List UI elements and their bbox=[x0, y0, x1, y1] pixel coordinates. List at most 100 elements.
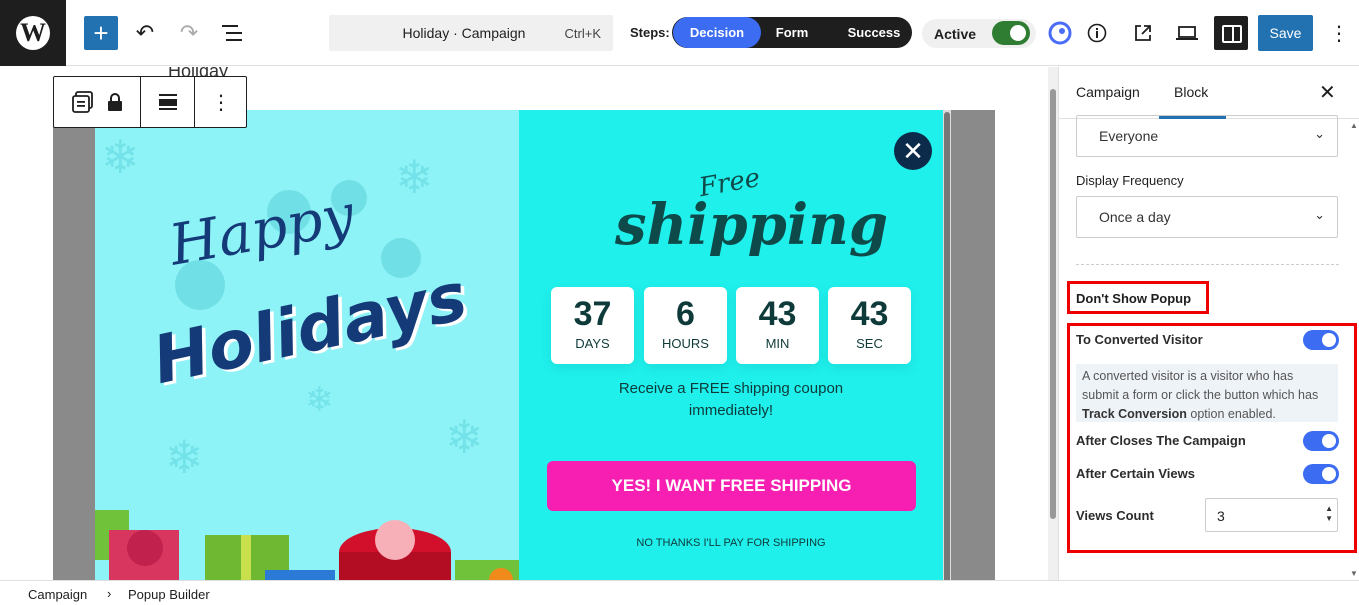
countdown-value: 6 bbox=[676, 295, 695, 333]
snowflake-icon: ❄ bbox=[165, 431, 204, 483]
popup-content-panel: ✕ Free shipping 37 DAYS 6 HOURS 43 MIN 4… bbox=[519, 110, 943, 580]
after-closes-toggle[interactable] bbox=[1303, 431, 1339, 451]
breadcrumb-popup-builder[interactable]: Popup Builder bbox=[128, 587, 210, 602]
countdown-minutes: 43 MIN bbox=[736, 287, 819, 364]
views-count-value: 3 bbox=[1217, 508, 1225, 524]
popup-image-panel: ❄ ❄ ❄ ❄ ❄ Happy Holidays bbox=[95, 110, 519, 580]
converted-visitor-help: A converted visitor is a visitor who has… bbox=[1076, 364, 1338, 422]
redo-button[interactable]: ↷ bbox=[172, 16, 206, 50]
section-divider bbox=[1076, 264, 1339, 265]
tab-block[interactable]: Block bbox=[1174, 84, 1208, 100]
snowflake-icon: ❄ bbox=[101, 131, 140, 183]
canvas-scrollbar-thumb[interactable] bbox=[1050, 89, 1056, 519]
active-status-toggle[interactable]: Active bbox=[922, 19, 1036, 48]
breadcrumb: Campaign › Popup Builder bbox=[0, 580, 1359, 605]
views-count-label: Views Count bbox=[1076, 508, 1154, 523]
preview-external-button[interactable] bbox=[1126, 16, 1160, 50]
after-certain-views-label: After Certain Views bbox=[1076, 466, 1195, 481]
editor-canvas: Holiday ❄ ❄ ❄ ❄ ❄ Happy Holidays ✕ Free … bbox=[0, 67, 1048, 580]
options-menu-button[interactable]: ⋮ bbox=[1322, 16, 1356, 50]
command-palette-bar[interactable]: Holiday · Campaign Ctrl+K bbox=[329, 15, 613, 51]
display-frequency-value: Once a day bbox=[1099, 209, 1171, 225]
tab-campaign[interactable]: Campaign bbox=[1076, 84, 1140, 100]
chevron-down-icon: ⌄ bbox=[1314, 207, 1325, 222]
command-shortcut: Ctrl+K bbox=[564, 25, 601, 41]
undo-icon: ↶ bbox=[135, 20, 155, 45]
chevron-down-icon: ⌄ bbox=[1314, 126, 1325, 141]
save-button[interactable]: Save bbox=[1258, 15, 1313, 51]
dont-show-popup-title: Don't Show Popup bbox=[1076, 291, 1192, 306]
snowflake-icon: ❄ bbox=[445, 411, 484, 463]
redo-icon: ↷ bbox=[179, 20, 199, 45]
chevron-right-icon: › bbox=[107, 586, 112, 601]
countdown-value: 43 bbox=[758, 295, 797, 333]
scroll-up-icon[interactable]: ▲ bbox=[1350, 121, 1358, 130]
plus-icon: + bbox=[93, 17, 109, 48]
audience-select[interactable]: Everyone ⌄ bbox=[1076, 115, 1338, 157]
help-text: A converted visitor is a visitor who has… bbox=[1082, 369, 1319, 402]
popup-close-button[interactable]: ✕ bbox=[894, 132, 932, 170]
align-center-icon bbox=[158, 94, 177, 110]
document-overview-button[interactable] bbox=[216, 16, 250, 50]
countdown-unit: HOURS bbox=[662, 336, 709, 351]
display-frequency-label: Display Frequency bbox=[1076, 173, 1184, 188]
views-count-input[interactable]: 3 ▲ ▼ bbox=[1205, 498, 1338, 532]
close-sidebar-button[interactable]: ✕ bbox=[1319, 80, 1336, 105]
help-text-end: option enabled. bbox=[1186, 407, 1276, 421]
sidebar-tabs: Campaign Block ✕ bbox=[1059, 67, 1359, 119]
wordpress-icon: W bbox=[16, 16, 50, 50]
to-converted-visitor-label: To Converted Visitor bbox=[1076, 332, 1203, 347]
steps-switcher: Decision Form Success bbox=[672, 17, 912, 48]
device-preview-button[interactable] bbox=[1170, 16, 1204, 50]
sidebar-scrollbar[interactable]: ▲ ▼ bbox=[1350, 121, 1358, 580]
active-label: Active bbox=[934, 26, 977, 42]
lock-icon bbox=[108, 93, 122, 111]
gift-boxes-illustration bbox=[95, 510, 519, 580]
add-block-button[interactable]: + bbox=[84, 16, 118, 50]
undo-button[interactable]: ↶ bbox=[128, 16, 162, 50]
snowflake-icon: ❄ bbox=[395, 151, 434, 203]
countdown-seconds: 43 SEC bbox=[828, 287, 911, 364]
step-form[interactable]: Form bbox=[758, 17, 826, 48]
block-type-button[interactable] bbox=[54, 77, 140, 127]
wordpress-logo-button[interactable]: W bbox=[0, 0, 66, 66]
list-view-icon bbox=[222, 25, 242, 41]
receive-text: Receive a FREE shipping coupon immediate… bbox=[618, 380, 844, 419]
step-success[interactable]: Success bbox=[836, 17, 912, 48]
more-vertical-icon: ⋮ bbox=[1329, 22, 1349, 45]
external-link-icon bbox=[1135, 25, 1151, 41]
command-title: Holiday · Campaign bbox=[402, 25, 526, 41]
cta-button[interactable]: YES! I WANT FREE SHIPPING bbox=[547, 461, 916, 511]
block-options-button[interactable]: ⋮ bbox=[195, 77, 247, 127]
scroll-down-icon[interactable]: ▼ bbox=[1350, 569, 1358, 578]
more-vertical-icon: ⋮ bbox=[211, 91, 231, 114]
countdown-unit: MIN bbox=[765, 336, 790, 351]
help-bold: Track Conversion bbox=[1082, 407, 1187, 421]
plugin-logo-button[interactable] bbox=[1043, 16, 1077, 50]
alignment-button[interactable] bbox=[141, 77, 194, 127]
countdown-hours: 6 HOURS bbox=[644, 287, 727, 364]
plugin-logo-icon bbox=[1048, 21, 1072, 45]
to-converted-visitor-toggle[interactable] bbox=[1303, 330, 1339, 350]
popup-scrollbar[interactable] bbox=[944, 112, 950, 580]
settings-sidebar: Campaign Block ✕ Everyone ⌄ Display Freq… bbox=[1058, 67, 1359, 580]
countdown-value: 43 bbox=[850, 295, 889, 333]
settings-sidebar-toggle[interactable] bbox=[1214, 16, 1248, 50]
laptop-icon bbox=[1176, 26, 1198, 40]
shipping-title: shipping bbox=[615, 192, 888, 258]
breadcrumb-campaign[interactable]: Campaign bbox=[28, 587, 87, 602]
active-switch[interactable] bbox=[992, 21, 1030, 45]
step-decision[interactable]: Decision bbox=[673, 17, 761, 48]
happy-title: Happy bbox=[164, 182, 359, 279]
countdown-days: 37 DAYS bbox=[551, 287, 634, 364]
countdown-value: 37 bbox=[573, 295, 612, 333]
block-toolbar: ⋮ bbox=[53, 76, 247, 128]
close-icon: ✕ bbox=[902, 135, 924, 166]
number-spinner-icon[interactable]: ▲ ▼ bbox=[1325, 504, 1333, 524]
canvas-scrollbar[interactable] bbox=[1048, 67, 1058, 580]
no-thanks-link[interactable]: NO THANKS I'LL PAY FOR SHIPPING bbox=[519, 537, 943, 549]
display-frequency-select[interactable]: Once a day ⌄ bbox=[1076, 196, 1338, 238]
after-certain-views-toggle[interactable] bbox=[1303, 464, 1339, 484]
info-button[interactable] bbox=[1080, 16, 1114, 50]
popup-block[interactable]: ❄ ❄ ❄ ❄ ❄ Happy Holidays ✕ Free shipping… bbox=[53, 110, 995, 580]
